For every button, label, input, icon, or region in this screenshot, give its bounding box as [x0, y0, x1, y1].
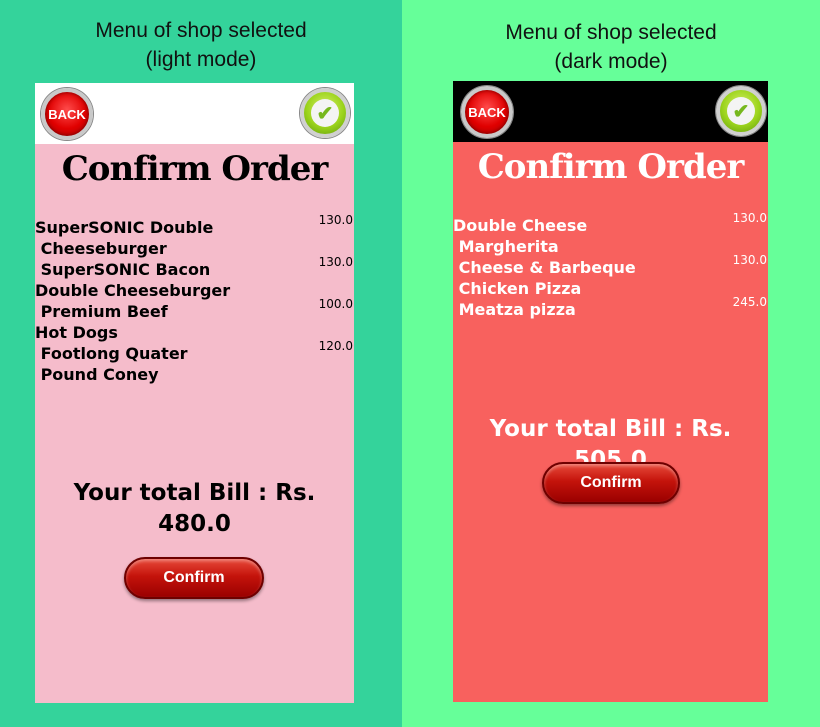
check-icon: ✔ — [727, 97, 755, 125]
list-item: SuperSONIC Double Cheeseburger 130.0 — [35, 213, 354, 259]
total-label: Your total Bill : Rs. — [73, 480, 316, 506]
item-name: Cheese & Barbeque Chicken Pizza — [458, 258, 636, 298]
page-title: Confirm Order — [477, 147, 745, 187]
light-phone-screen: BACK ✔ Confirm Order SuperSONIC Double C… — [35, 83, 354, 703]
order-items-list: Double Cheese Margherita 130.0 Cheese & … — [453, 211, 768, 341]
caption-line-1: Menu of shop selected — [505, 21, 717, 44]
item-name: SuperSONIC Bacon Double Cheeseburger — [35, 260, 231, 300]
list-item: SuperSONIC Bacon Double Cheeseburger 130… — [35, 255, 354, 301]
confirm-button[interactable]: Confirm — [124, 557, 264, 599]
back-button[interactable]: BACK — [41, 88, 93, 140]
list-item: Footlong Quater Pound Coney 120.0 — [35, 339, 354, 385]
item-name: Footlong Quater Pound Coney — [40, 344, 188, 384]
check-icon: ✔ — [311, 99, 339, 127]
back-button[interactable]: BACK — [461, 86, 513, 138]
back-label: BACK — [48, 106, 86, 122]
list-item: Meatza pizza 245.0 — [453, 295, 768, 341]
total-bill: Your total Bill : Rs. 480.0 — [35, 478, 354, 540]
confirm-label: Confirm — [580, 474, 642, 491]
page-title: Confirm Order — [61, 149, 329, 189]
check-button[interactable]: ✔ — [716, 86, 766, 136]
total-amount: 480.0 — [158, 511, 231, 537]
item-price: 130.0 — [318, 213, 353, 227]
caption-line-1: Menu of shop selected — [95, 19, 307, 42]
list-item: Premium Beef Hot Dogs 100.0 — [35, 297, 354, 343]
list-item: Double Cheese Margherita 130.0 — [453, 211, 768, 257]
item-price: 130.0 — [732, 253, 767, 267]
item-price: 245.0 — [732, 295, 767, 309]
dark-mode-panel: Menu of shop selected (dark mode) BACK ✔… — [402, 0, 820, 727]
confirm-label: Confirm — [163, 569, 225, 586]
caption-line-2: (dark mode) — [554, 50, 668, 73]
app-bar: BACK ✔ — [453, 81, 768, 142]
item-name: Premium Beef Hot Dogs — [35, 302, 168, 342]
item-name: SuperSONIC Double Cheeseburger — [35, 218, 214, 258]
order-items-list: SuperSONIC Double Cheeseburger 130.0 Sup… — [35, 213, 354, 385]
list-item: Cheese & Barbeque Chicken Pizza 130.0 — [453, 253, 768, 299]
item-price: 120.0 — [318, 339, 353, 353]
dark-phone-screen: BACK ✔ Confirm Order Double Cheese Margh… — [453, 81, 768, 702]
item-name: Double Cheese Margherita — [453, 216, 588, 256]
back-label: BACK — [468, 104, 506, 120]
item-price: 130.0 — [318, 255, 353, 269]
dark-mode-caption: Menu of shop selected (dark mode) — [402, 18, 820, 76]
light-mode-caption: Menu of shop selected (light mode) — [0, 16, 402, 74]
item-name: Meatza pizza — [453, 300, 576, 319]
item-price: 130.0 — [732, 211, 767, 225]
app-bar: BACK ✔ — [35, 83, 354, 144]
caption-line-2: (light mode) — [145, 48, 257, 71]
item-price: 100.0 — [318, 297, 353, 311]
confirm-button[interactable]: Confirm — [542, 462, 680, 504]
light-mode-panel: Menu of shop selected (light mode) BACK … — [0, 0, 402, 727]
check-button[interactable]: ✔ — [300, 88, 350, 138]
